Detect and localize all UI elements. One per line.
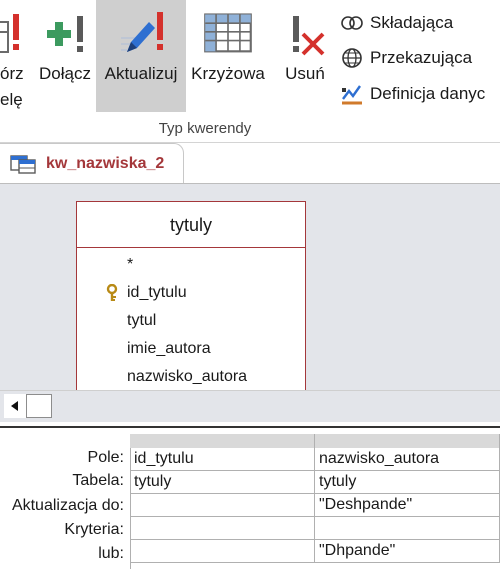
crosstab-label: Krzyżowa [191, 64, 265, 83]
column-selector-1[interactable] [130, 434, 315, 448]
field-all[interactable]: * [127, 256, 133, 274]
cell-kryteria-2[interactable] [315, 517, 500, 540]
crosstab-icon [204, 13, 252, 53]
row-label-aktualizacja: Aktualizacja do: [11, 497, 124, 514]
field-imie-autora[interactable]: imie_autora [127, 340, 211, 358]
row-label-lub: lub: [98, 545, 124, 562]
crosstab-button[interactable]: Krzyżowa [186, 0, 270, 112]
update-query-label: Aktualizuj [104, 64, 178, 83]
union-query-label: Składająca [370, 13, 454, 32]
delete-query-button[interactable]: Usuń [280, 0, 330, 112]
passthrough-query-button[interactable]: Przekazująca [340, 44, 472, 72]
ribbon: órz elę Dołącz Aktualizuj Krzyżowa Usuń … [0, 0, 500, 143]
query-design-grid: Pole: Tabela: Aktualizacja do: Kryteria:… [0, 428, 500, 569]
cell-aktualizacja-1[interactable] [130, 494, 315, 517]
column-selector-2[interactable] [315, 434, 500, 448]
field-tytul[interactable]: tytul [127, 312, 156, 330]
union-query-button[interactable]: Składająca [340, 9, 453, 37]
delete-x-icon [293, 16, 325, 56]
globe-icon [342, 48, 362, 68]
data-definition-button[interactable]: Definicja danyc [340, 80, 485, 108]
row-label-tabela: Tabela: [72, 472, 124, 489]
update-query-button[interactable]: Aktualizuj [96, 0, 186, 112]
union-rings-icon [341, 16, 363, 30]
cell-kryteria-1[interactable] [130, 517, 315, 540]
cell-pole-2[interactable]: nazwisko_autora [315, 448, 500, 471]
field-list-table[interactable]: tytuly * id_tytulu tytul imie_autora naz… [76, 201, 306, 390]
cell-pole-1[interactable]: id_tytulu [130, 448, 315, 471]
cell-tabela-2[interactable]: tytuly [315, 471, 500, 494]
cell-tabela-1[interactable]: tytuly [130, 471, 315, 494]
row-label-kryteria: Kryteria: [64, 521, 124, 538]
triangle-left-icon [11, 401, 18, 411]
horizontal-scrollbar[interactable] [0, 390, 500, 422]
query-design-surface[interactable]: tytuly * id_tytulu tytul imie_autora naz… [0, 183, 500, 390]
data-definition-icon [342, 85, 362, 105]
primary-key-icon [106, 284, 118, 301]
query-tab-icon [10, 154, 36, 174]
tab-title: kw_nazwiska_2 [46, 154, 165, 172]
field-id-tytulu: id_tytulu [127, 284, 187, 301]
passthrough-query-label: Przekazująca [370, 48, 473, 67]
append-label: Dołącz [39, 64, 91, 83]
append-plus-icon [47, 16, 83, 52]
row-label-pole: Pole: [87, 449, 124, 466]
field-nazwisko-autora[interactable]: nazwisko_autora [127, 368, 247, 386]
pencil-icon [121, 12, 163, 52]
query-type-group-label: Typ kwerendy [158, 120, 252, 137]
scroll-left-button[interactable] [4, 394, 26, 418]
delete-query-label: Usuń [285, 64, 325, 83]
make-table-icon [0, 14, 19, 53]
tab-kw-nazwiska-2[interactable]: kw_nazwiska_2 [0, 143, 184, 183]
cell-aktualizacja-2[interactable]: "Deshpande" [315, 494, 500, 517]
data-definition-label: Definicja danyc [370, 84, 486, 103]
cell-lub-2[interactable]: "Dhpande" [315, 540, 500, 563]
append-button[interactable]: Dołącz [34, 0, 96, 112]
field-list-title[interactable]: tytuly [77, 202, 305, 248]
scroll-thumb[interactable] [26, 394, 52, 418]
cell-lub-1[interactable] [130, 540, 315, 563]
